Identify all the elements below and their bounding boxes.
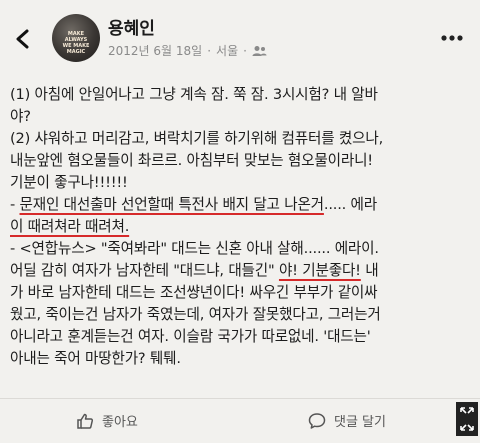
meta-separator: · bbox=[207, 43, 212, 58]
avatar-logo-text: MAKE ALWAYS WE MAKE MAGIC bbox=[62, 31, 90, 55]
post-line: 가 바로 남자한테 대드는 조선썅년이다! 싸우긴 부부가 같이싸 bbox=[10, 284, 378, 301]
more-horizontal-icon[interactable] bbox=[440, 34, 464, 42]
post-date[interactable]: 2012년 6월 18일 bbox=[108, 42, 202, 59]
post-body: (1) 아침에 안일어나고 그냥 계속 잠. 쭉 잠. 3시시험? 내 알바 야… bbox=[10, 84, 472, 370]
chevron-left-icon[interactable] bbox=[12, 28, 34, 50]
post-line: 어딜 감히 여자가 남자한테 "대드냐, 대들긴" 야! 기분좋다! 내 bbox=[10, 260, 472, 282]
post-line: - <연합뉴스> "죽여봐라" 대드는 신혼 아내 살해...... 에라이. bbox=[10, 240, 379, 257]
friends-icon bbox=[252, 45, 267, 56]
author-name[interactable]: 용혜인 bbox=[108, 14, 155, 39]
comment-button[interactable]: 댓글 달기 bbox=[308, 411, 386, 430]
comment-label: 댓글 달기 bbox=[334, 415, 386, 430]
expand-button[interactable] bbox=[456, 402, 478, 436]
line-prefix: - bbox=[10, 196, 20, 213]
post-header: MAKE ALWAYS WE MAKE MAGIC 용혜인 2012년 6월 1… bbox=[0, 0, 480, 74]
underlined-text: 야! 기분좋다! bbox=[278, 262, 361, 279]
post-meta: 2012년 6월 18일 · 서울 · bbox=[108, 42, 267, 59]
meta-separator-2: · bbox=[243, 43, 247, 58]
thumbs-up-icon bbox=[77, 413, 94, 429]
post-line: 아니라고 훈계듣는건 여자. 이슬람 국가가 따로없네. '대드는' bbox=[10, 328, 371, 345]
post-line: 웠고, 죽이는건 남자가 죽였는데, 여자가 잘못했다고, 그러는거 bbox=[10, 306, 381, 323]
post-location: 서울 bbox=[216, 44, 239, 58]
post-line: 내눈앞엔 혐오물들이 촤르르. 아침부터 맞보는 혐오물이라니! bbox=[10, 152, 373, 169]
post-line: 아내는 죽어 마땅한가? 퉤퉤. bbox=[10, 350, 181, 367]
underlined-text: 이 때려쳐라 때려쳐. bbox=[10, 218, 130, 235]
like-label: 좋아요 bbox=[102, 415, 138, 430]
post-line: 야? bbox=[10, 108, 31, 125]
post-line: - 문재인 대선출마 선언할때 특전사 배지 달고 나온거..... 에라 bbox=[10, 194, 472, 216]
underlined-text: 문재인 대선출마 선언할때 특전사 배지 달고 나온거 bbox=[19, 196, 325, 213]
post-line: (2) 샤워하고 머리감고, 벼락치기를 하기위해 컴퓨터를 켰으나, bbox=[10, 130, 384, 147]
post-line: 기분이 좋구나!!!!!! bbox=[10, 174, 128, 191]
post-line: (1) 아침에 안일어나고 그냥 계속 잠. 쭉 잠. 3시시험? 내 알바 bbox=[10, 86, 378, 103]
post-line: 이 때려쳐라 때려쳐. bbox=[10, 216, 472, 238]
line-suffix: 내 bbox=[360, 262, 379, 279]
expand-icon bbox=[460, 407, 474, 431]
line-suffix: ..... 에라 bbox=[323, 196, 377, 213]
comment-icon bbox=[308, 412, 326, 429]
like-button[interactable]: 좋아요 bbox=[76, 411, 138, 430]
post-actions: 좋아요 댓글 달기 bbox=[0, 398, 480, 443]
line-prefix: 어딜 감히 여자가 남자한테 "대드냐, 대들긴" bbox=[10, 262, 279, 279]
avatar[interactable]: MAKE ALWAYS WE MAKE MAGIC bbox=[52, 14, 100, 62]
